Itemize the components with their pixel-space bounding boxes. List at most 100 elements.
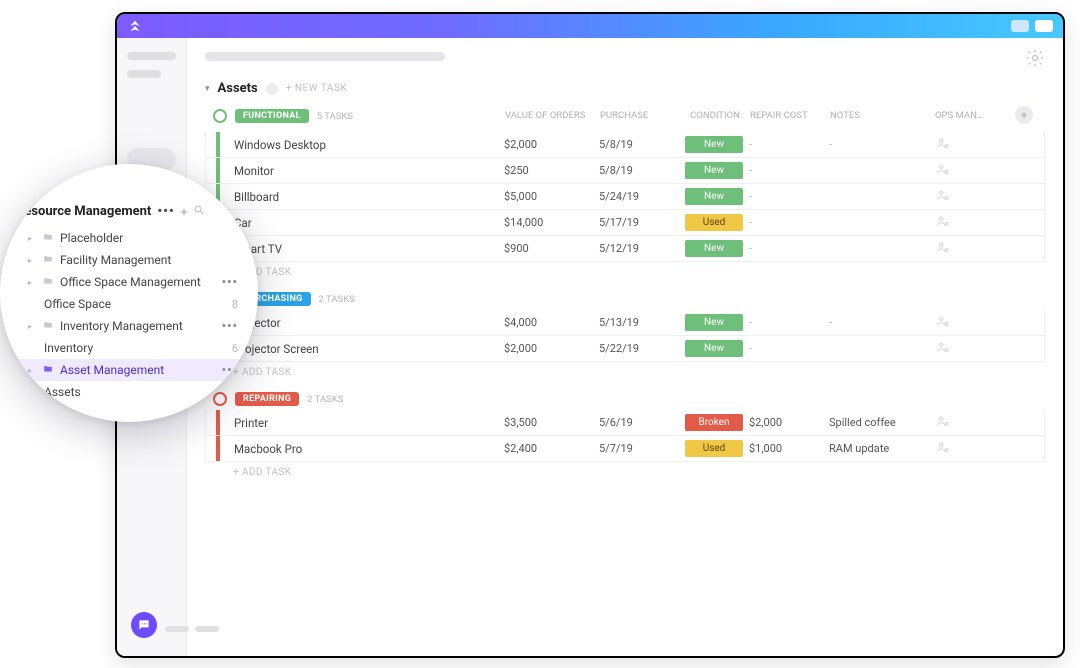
task-name[interactable]: Billboard (228, 190, 504, 204)
space-title[interactable]: Resource Management (16, 204, 151, 219)
space-add-button[interactable]: + (181, 205, 188, 219)
ops-manager-cell[interactable] (934, 414, 1014, 431)
task-name[interactable]: Macbook Pro (228, 442, 504, 456)
cell-notes[interactable]: RAM update (829, 442, 934, 455)
group-header[interactable]: PURCHASING 2 TASKS (205, 290, 1045, 310)
settings-button[interactable] (1025, 48, 1045, 68)
ops-manager-cell[interactable] (934, 240, 1014, 257)
cell-purchase[interactable]: 5/13/19 (599, 316, 679, 329)
cell-value[interactable]: $5,000 (504, 190, 599, 203)
cell-repair[interactable]: $1,000 (749, 442, 829, 455)
cell-condition[interactable]: New (679, 188, 749, 205)
task-name[interactable]: Projector (228, 316, 504, 330)
cell-repair[interactable]: - (749, 242, 829, 255)
cell-repair[interactable]: - (749, 138, 829, 151)
cell-condition[interactable]: Broken (679, 414, 749, 431)
cell-purchase[interactable]: 5/24/19 (599, 190, 679, 203)
group-task-count: 2 TASKS (307, 394, 343, 405)
cell-purchase[interactable]: 5/17/19 (599, 216, 679, 229)
task-name[interactable]: Car (228, 216, 504, 230)
cell-value[interactable]: $250 (504, 164, 599, 177)
ops-manager-cell[interactable] (934, 340, 1014, 357)
cell-condition[interactable]: New (679, 340, 749, 357)
cell-notes[interactable]: - (829, 316, 934, 329)
sidebar-folder-item[interactable]: ▸Inventory Management••• (14, 315, 244, 337)
ops-manager-cell[interactable] (934, 162, 1014, 179)
task-row[interactable]: Macbook Pro $2,400 5/7/19 Used $1,000 RA… (205, 436, 1045, 462)
cell-repair[interactable]: - (749, 216, 829, 229)
collapse-icon[interactable]: ▾ (205, 84, 210, 94)
item-more-button[interactable]: ••• (222, 275, 238, 289)
cell-value[interactable]: $3,500 (504, 416, 599, 429)
add-task-button[interactable]: + ADD TASK (205, 462, 1045, 480)
cell-value[interactable]: $2,000 (504, 342, 599, 355)
task-name[interactable]: Windows Desktop (228, 138, 504, 152)
cell-value[interactable]: $900 (504, 242, 599, 255)
cell-condition[interactable]: New (679, 162, 749, 179)
status-pill[interactable]: REPAIRING (235, 392, 299, 406)
cell-purchase[interactable]: 5/6/19 (599, 416, 679, 429)
space-search-button[interactable] (193, 204, 205, 219)
task-name[interactable]: Projector Screen (228, 342, 504, 356)
cell-repair[interactable]: - (749, 164, 829, 177)
task-row[interactable]: Projector $4,000 5/13/19 New - - (205, 310, 1045, 336)
info-icon[interactable] (266, 83, 278, 95)
cell-repair[interactable]: - (749, 342, 829, 355)
sidebar-list-item[interactable]: Office Space8 (14, 293, 244, 315)
ops-manager-cell[interactable] (934, 314, 1014, 331)
cell-repair[interactable]: - (749, 316, 829, 329)
folder-icon (42, 363, 54, 377)
cell-value[interactable]: $2,400 (504, 442, 599, 455)
cell-value[interactable]: $4,000 (504, 316, 599, 329)
task-row[interactable]: Car $14,000 5/17/19 Used - (205, 210, 1045, 236)
task-name[interactable]: Smart TV (228, 242, 504, 256)
add-column-button[interactable]: + (1015, 106, 1033, 124)
ops-manager-cell[interactable] (934, 136, 1014, 153)
sidebar-folder-item[interactable]: ▸Facility Management (14, 249, 244, 271)
task-row[interactable]: Windows Desktop $2,000 5/8/19 New - - (205, 132, 1045, 158)
list-title[interactable]: Assets (218, 81, 258, 96)
task-name[interactable]: Monitor (228, 164, 504, 178)
sidebar-folder-item[interactable]: ▸Office Space Management••• (14, 271, 244, 293)
add-task-button[interactable]: + ADD TASK (205, 362, 1045, 380)
cell-notes[interactable]: Spilled coffee (829, 416, 934, 429)
ops-manager-cell[interactable] (934, 188, 1014, 205)
cell-condition[interactable]: Used (679, 214, 749, 231)
sidebar-list-item[interactable]: Inventory6 (14, 337, 244, 359)
task-row[interactable]: Printer $3,500 5/6/19 Broken $2,000 Spil… (205, 410, 1045, 436)
space-more-button[interactable]: ••• (157, 204, 174, 219)
window-controls[interactable] (1011, 20, 1053, 32)
cell-value[interactable]: $14,000 (504, 216, 599, 229)
task-row[interactable]: Monitor $250 5/8/19 New - (205, 158, 1045, 184)
sidebar-folder-item[interactable]: ▸Placeholder (14, 227, 244, 249)
item-more-button[interactable]: ••• (222, 319, 238, 333)
cell-purchase[interactable]: 5/12/19 (599, 242, 679, 255)
col-notes: NOTES (830, 110, 935, 121)
new-task-button[interactable]: + NEW TASK (286, 83, 347, 94)
cell-purchase[interactable]: 5/22/19 (599, 342, 679, 355)
ops-manager-cell[interactable] (934, 214, 1014, 231)
cell-repair[interactable]: $2,000 (749, 416, 829, 429)
chat-button[interactable] (131, 612, 157, 638)
ops-manager-cell[interactable] (934, 440, 1014, 457)
cell-condition[interactable]: New (679, 136, 749, 153)
cell-condition[interactable]: Used (679, 440, 749, 457)
cell-purchase[interactable]: 5/8/19 (599, 138, 679, 151)
cell-notes[interactable]: - (829, 138, 934, 151)
cell-purchase[interactable]: 5/7/19 (599, 442, 679, 455)
status-pill[interactable]: FUNCTIONAL (235, 109, 309, 123)
cell-purchase[interactable]: 5/8/19 (599, 164, 679, 177)
folder-icon (42, 253, 54, 267)
group-header[interactable]: FUNCTIONAL 5 TASKS VALUE OF ORDERS PURCH… (205, 102, 1045, 132)
group-header[interactable]: REPAIRING 2 TASKS (205, 390, 1045, 410)
sidebar-folder-item[interactable]: ▸Asset Management••• (14, 359, 244, 381)
cell-condition[interactable]: New (679, 314, 749, 331)
add-task-button[interactable]: + ADD TASK (205, 262, 1045, 280)
cell-repair[interactable]: - (749, 190, 829, 203)
cell-value[interactable]: $2,000 (504, 138, 599, 151)
task-row[interactable]: Billboard $5,000 5/24/19 New - (205, 184, 1045, 210)
task-row[interactable]: Smart TV $900 5/12/19 New - (205, 236, 1045, 262)
task-name[interactable]: Printer (228, 416, 504, 430)
cell-condition[interactable]: New (679, 240, 749, 257)
task-row[interactable]: Projector Screen $2,000 5/22/19 New - (205, 336, 1045, 362)
